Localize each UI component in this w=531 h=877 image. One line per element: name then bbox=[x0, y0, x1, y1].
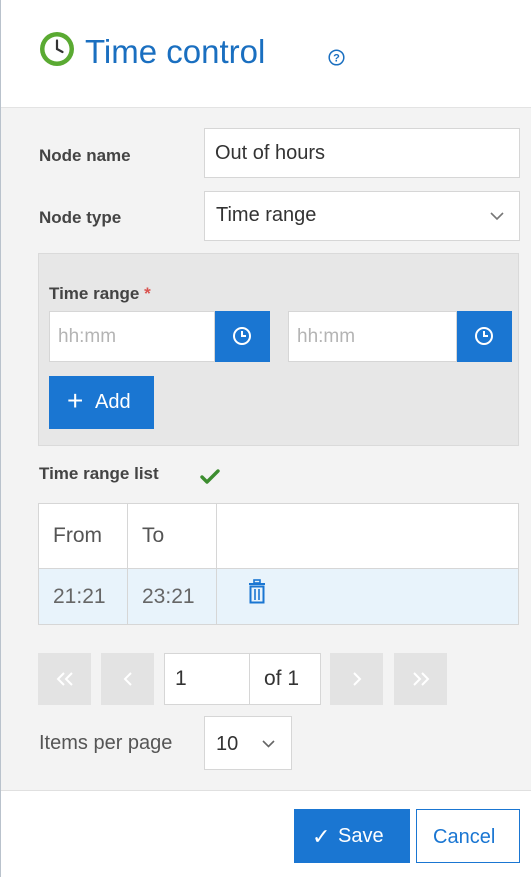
start-time-input[interactable] bbox=[49, 311, 215, 362]
column-header-to[interactable]: To bbox=[128, 504, 217, 568]
double-chevron-right-icon bbox=[412, 672, 429, 686]
cancel-button[interactable]: Cancel bbox=[416, 809, 520, 863]
column-header-from[interactable]: From bbox=[39, 504, 128, 568]
clock-icon bbox=[233, 327, 251, 345]
first-page-button[interactable] bbox=[38, 653, 91, 705]
cell-to: 23:21 bbox=[128, 569, 217, 625]
cell-from: 21:21 bbox=[39, 569, 128, 625]
table-row[interactable]: 21:21 23:21 bbox=[39, 568, 518, 625]
trash-icon[interactable] bbox=[247, 579, 267, 605]
page-number-input[interactable] bbox=[164, 653, 250, 705]
previous-page-button[interactable] bbox=[101, 653, 154, 705]
node-name-label: Node name bbox=[39, 146, 131, 165]
clock-icon bbox=[475, 327, 493, 345]
plus-icon: + bbox=[67, 385, 84, 416]
start-time-picker-button[interactable] bbox=[215, 311, 270, 362]
items-per-page-select[interactable]: 10 bbox=[204, 716, 292, 770]
check-icon: ✓ bbox=[312, 824, 331, 849]
time-control-dialog: Time control ? Node name Node type Time … bbox=[0, 0, 531, 877]
last-page-button[interactable] bbox=[394, 653, 447, 705]
node-type-value: Time range bbox=[216, 204, 317, 226]
next-page-button[interactable] bbox=[330, 653, 383, 705]
time-range-panel: Time range * + Add bbox=[38, 253, 519, 446]
dialog-header: Time control ? bbox=[1, 0, 531, 108]
items-per-page-label: Items per page bbox=[39, 732, 173, 754]
clock-icon bbox=[40, 32, 74, 66]
chevron-left-icon bbox=[123, 672, 132, 686]
cancel-button-label: Cancel bbox=[433, 826, 496, 848]
items-per-page-value: 10 bbox=[216, 733, 239, 755]
node-name-input[interactable] bbox=[204, 128, 520, 178]
time-range-label-text: Time range bbox=[49, 284, 140, 303]
page-total-label: of 1 bbox=[250, 653, 321, 705]
column-header-actions bbox=[217, 504, 518, 568]
chevron-down-icon bbox=[262, 740, 275, 748]
time-range-label: Time range * bbox=[49, 284, 151, 304]
time-range-list-title: Time range list bbox=[39, 464, 159, 483]
dialog-footer: ✓ Save Cancel bbox=[1, 790, 531, 877]
dialog-title: Time control bbox=[85, 33, 266, 70]
save-button[interactable]: ✓ Save bbox=[294, 809, 410, 863]
chevron-right-icon bbox=[352, 672, 361, 686]
add-button-label: Add bbox=[95, 391, 131, 413]
required-marker: * bbox=[144, 284, 151, 303]
dialog-body: Node name Node type Time range Time rang… bbox=[1, 108, 531, 790]
help-circle-icon[interactable]: ? bbox=[328, 49, 345, 66]
node-type-label: Node type bbox=[39, 208, 122, 227]
add-time-range-button[interactable]: + Add bbox=[49, 376, 154, 429]
end-time-input[interactable] bbox=[288, 311, 457, 362]
save-button-label: Save bbox=[338, 825, 384, 847]
end-time-picker-button[interactable] bbox=[457, 311, 512, 362]
svg-text:?: ? bbox=[333, 53, 340, 65]
double-chevron-left-icon bbox=[56, 672, 73, 686]
node-type-select[interactable]: Time range bbox=[204, 191, 520, 241]
check-icon bbox=[200, 469, 220, 484]
time-range-table: From To 21:21 23:21 bbox=[38, 503, 519, 625]
chevron-down-icon bbox=[490, 212, 504, 221]
